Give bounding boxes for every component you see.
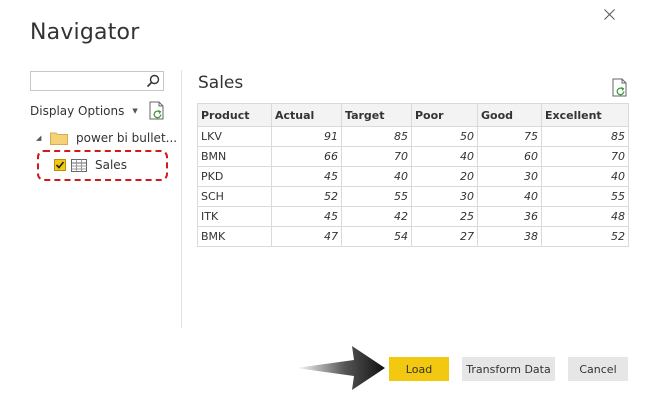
table-cell: 60: [477, 146, 542, 167]
table-row: SCH 52 55 30 40 55: [197, 186, 629, 207]
table-cell: 42: [341, 206, 412, 227]
table-cell: 54: [341, 226, 412, 247]
tree-folder-node[interactable]: ◢ power bi bullet...: [36, 131, 177, 145]
table-cell: 52: [541, 226, 629, 247]
column-header[interactable]: Excellent: [541, 103, 629, 127]
table-cell: 85: [541, 126, 629, 147]
column-header[interactable]: Actual: [271, 103, 342, 127]
table-row: LKV 91 85 50 75 85: [197, 126, 629, 147]
table-cell: BMK: [197, 226, 272, 247]
table-cell: BMN: [197, 146, 272, 167]
cancel-button[interactable]: Cancel: [568, 357, 628, 381]
annotation-arrow-icon: [296, 346, 385, 390]
column-header[interactable]: Target: [341, 103, 412, 127]
table-cell: 36: [477, 206, 542, 227]
search-input[interactable]: [33, 73, 145, 89]
column-header[interactable]: Poor: [411, 103, 478, 127]
search-icon[interactable]: [145, 73, 161, 89]
table-cell: 40: [477, 186, 542, 207]
pane-divider: [181, 70, 182, 328]
table-cell: 75: [477, 126, 542, 147]
table-icon: [71, 158, 87, 172]
table-cell: 30: [411, 186, 478, 207]
column-header[interactable]: Product: [197, 103, 272, 127]
display-options-label: Display Options: [30, 104, 125, 118]
table-cell: 27: [411, 226, 478, 247]
table-cell: 48: [541, 206, 629, 227]
table-cell: 85: [341, 126, 412, 147]
table-cell: 45: [271, 206, 342, 227]
table-cell: 45: [271, 166, 342, 187]
tree-item-sales[interactable]: Sales: [37, 150, 168, 181]
close-icon: [603, 8, 615, 20]
table-cell: 20: [411, 166, 478, 187]
table-cell: 55: [541, 186, 629, 207]
table-cell: 47: [271, 226, 342, 247]
folder-icon: [50, 132, 68, 145]
load-button[interactable]: Load: [389, 357, 449, 381]
table-cell: 70: [341, 146, 412, 167]
table-cell: LKV: [197, 126, 272, 147]
table-cell: 38: [477, 226, 542, 247]
search-box[interactable]: [30, 71, 164, 91]
column-header[interactable]: Good: [477, 103, 542, 127]
table-cell: 25: [411, 206, 478, 227]
checkmark-icon: [55, 161, 65, 169]
table-row: BMN 66 70 40 60 70: [197, 146, 629, 167]
window-title: Navigator: [30, 20, 140, 45]
table-row: ITK 45 42 25 36 48: [197, 206, 629, 227]
table-row: PKD 45 40 20 30 40: [197, 166, 629, 187]
table-cell: 40: [341, 166, 412, 187]
chevron-down-icon: ▼: [132, 107, 138, 115]
table-cell: 91: [271, 126, 342, 147]
refresh-document-icon[interactable]: [611, 78, 629, 98]
sales-checkbox[interactable]: [54, 159, 66, 171]
table-cell: 40: [411, 146, 478, 167]
table-cell: 70: [541, 146, 629, 167]
tree-folder-label: power bi bullet...: [76, 131, 178, 145]
table-header-row: Product Actual Target Poor Good Excellen…: [197, 103, 629, 127]
table-cell: 50: [411, 126, 478, 147]
table-cell: 66: [271, 146, 342, 167]
refresh-document-icon[interactable]: [148, 101, 166, 121]
table-row: BMK 47 54 27 38 52: [197, 226, 629, 247]
tree-item-label: Sales: [95, 158, 127, 172]
table-cell: ITK: [197, 206, 272, 227]
table-cell: 52: [271, 186, 342, 207]
table-cell: PKD: [197, 166, 272, 187]
close-button[interactable]: [598, 3, 620, 25]
table-cell: 30: [477, 166, 542, 187]
transform-data-button[interactable]: Transform Data: [462, 357, 555, 381]
display-options-dropdown[interactable]: Display Options ▼: [30, 104, 138, 118]
table-cell: SCH: [197, 186, 272, 207]
expand-triangle-icon[interactable]: ◢: [36, 134, 46, 142]
table-cell: 55: [341, 186, 412, 207]
table-cell: 40: [541, 166, 629, 187]
preview-title: Sales: [198, 73, 244, 93]
preview-table: Product Actual Target Poor Good Excellen…: [197, 103, 629, 247]
